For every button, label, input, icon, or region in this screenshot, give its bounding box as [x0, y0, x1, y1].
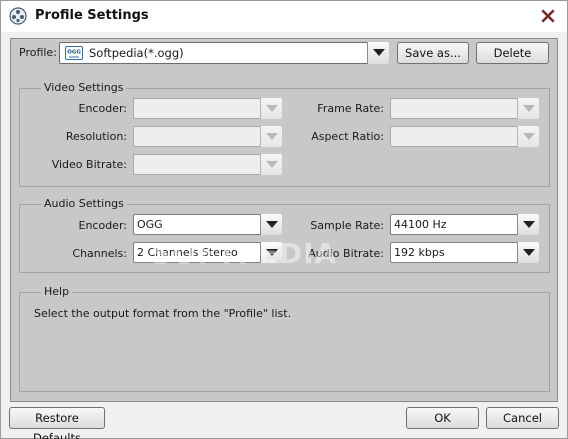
aspect-ratio-dropdown[interactable] [517, 126, 539, 147]
chevron-down-icon [266, 249, 278, 256]
ok-button[interactable]: OK [406, 407, 479, 429]
chevron-down-icon [266, 133, 278, 140]
sample-rate-dropdown[interactable] [517, 214, 539, 235]
video-encoder-label: Encoder: [78, 102, 128, 115]
save-as-button[interactable]: Save as... [397, 42, 469, 64]
ogg-file-icon: OGG [65, 46, 83, 60]
app-film-icon [9, 7, 27, 25]
chevron-down-icon [266, 105, 278, 112]
frame-rate-label: Frame Rate: [317, 102, 384, 115]
frame-rate-select[interactable] [390, 98, 539, 119]
help-title: Help [41, 285, 73, 298]
resolution-label: Resolution: [65, 130, 127, 143]
sample-rate-label: Sample Rate: [310, 219, 384, 232]
chevron-down-icon [523, 133, 535, 140]
svg-text:OGG: OGG [67, 50, 81, 56]
chevron-down-icon [523, 249, 535, 256]
channels-select[interactable]: 2 Channels Stereo [133, 242, 282, 263]
profile-settings-window: Profile Settings Profile: OGG Softpedia(… [0, 0, 568, 439]
video-settings-title: Video Settings [41, 81, 127, 94]
chevron-down-icon [266, 161, 278, 168]
chevron-down-icon [523, 105, 535, 112]
chevron-down-icon [266, 221, 278, 228]
video-bitrate-dropdown[interactable] [260, 154, 282, 175]
channels-label: Channels: [72, 247, 127, 260]
cancel-button[interactable]: Cancel [486, 407, 559, 429]
help-text: Select the output format from the "Profi… [34, 307, 292, 320]
resolution-dropdown[interactable] [260, 126, 282, 147]
profile-dropdown-button[interactable] [367, 42, 389, 64]
audio-bitrate-label: Audio Bitrate: [308, 247, 384, 260]
profile-value: Softpedia(*.ogg) [89, 46, 184, 60]
profile-select[interactable]: OGG Softpedia(*.ogg) [59, 42, 389, 64]
audio-encoder-value: OGG [137, 218, 163, 231]
video-bitrate-label: Video Bitrate: [51, 158, 127, 171]
channels-dropdown[interactable] [260, 242, 282, 263]
aspect-ratio-label: Aspect Ratio: [311, 130, 384, 143]
chevron-down-icon [373, 49, 385, 56]
sample-rate-value: 44100 Hz [394, 218, 447, 231]
profile-label: Profile: [19, 46, 57, 59]
frame-rate-dropdown[interactable] [517, 98, 539, 119]
video-encoder-select[interactable] [133, 98, 282, 119]
audio-bitrate-value: 192 kbps [394, 246, 445, 259]
audio-bitrate-dropdown[interactable] [517, 242, 539, 263]
close-icon[interactable] [539, 7, 557, 25]
aspect-ratio-select[interactable] [390, 126, 539, 147]
chevron-down-icon [523, 221, 535, 228]
audio-settings-title: Audio Settings [41, 197, 127, 210]
channels-value: 2 Channels Stereo [137, 246, 238, 259]
audio-encoder-label: Encoder: [78, 219, 128, 232]
title-bar: Profile Settings [1, 1, 567, 32]
resolution-select[interactable] [133, 126, 282, 147]
delete-button[interactable]: Delete [476, 42, 549, 64]
video-bitrate-select[interactable] [133, 154, 282, 175]
window-title: Profile Settings [35, 8, 149, 23]
restore-defaults-button[interactable]: Restore Defaults [9, 407, 105, 439]
audio-bitrate-select[interactable]: 192 kbps [390, 242, 539, 263]
video-encoder-dropdown[interactable] [260, 98, 282, 119]
audio-encoder-select[interactable]: OGG [133, 214, 282, 235]
sample-rate-select[interactable]: 44100 Hz [390, 214, 539, 235]
audio-encoder-dropdown[interactable] [260, 214, 282, 235]
